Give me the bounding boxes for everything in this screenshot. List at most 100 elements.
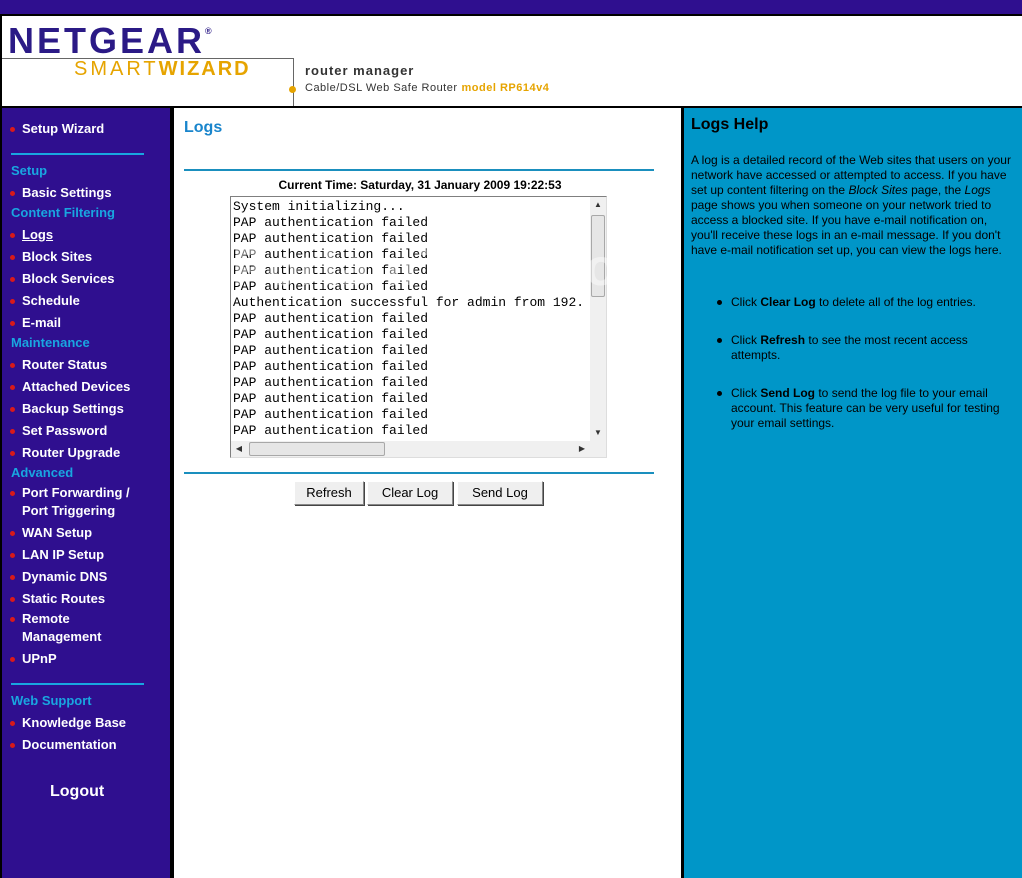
sidebar-item-label: Block Sites [22, 249, 93, 264]
help-text: Click [731, 386, 761, 400]
sidebar-item-setup-wizard[interactable]: Setup Wizard [10, 121, 104, 137]
sidebar-item-set-password[interactable]: Set Password [10, 423, 107, 439]
sidebar-item-wan-setup[interactable]: WAN Setup [10, 525, 92, 541]
sidebar-item-label: Backup Settings [22, 401, 124, 416]
sidebar-item-label: E-mail [22, 315, 62, 330]
help-intro: A log is a detailed record of the Web si… [691, 153, 1011, 258]
help-text-bold: Clear Log [760, 295, 816, 309]
scroll-up-icon[interactable]: ▲ [590, 197, 606, 213]
sidebar-item-label: Schedule [22, 293, 80, 308]
sidebar-item-label: Router Upgrade [22, 445, 121, 460]
bullet-icon [10, 743, 15, 748]
scroll-left-icon[interactable]: ◀ [231, 441, 247, 457]
sidebar-item-backup-settings[interactable]: Backup Settings [10, 401, 124, 417]
refresh-button[interactable]: Refresh [294, 481, 364, 505]
sidebar-item-documentation[interactable]: Documentation [10, 737, 117, 753]
section-maintenance: Maintenance [11, 335, 90, 350]
horizontal-scrollbar[interactable]: ◀ ▶ [231, 441, 590, 457]
sidebar-item-label: Router Status [22, 357, 108, 372]
top-bar [0, 0, 1022, 16]
bullet-icon [10, 127, 15, 132]
help-text: Click [731, 333, 761, 347]
sidebar-item-lan-ip-setup[interactable]: LAN IP Setup [10, 547, 104, 563]
wizard-text: WIZARD [158, 58, 251, 80]
horizontal-scroll-thumb[interactable] [249, 442, 385, 456]
sidebar-item-static-routes[interactable]: Static Routes [10, 591, 105, 607]
main-panel: Logs Current Time: Saturday, 31 January … [174, 108, 681, 878]
sidebar-item-label: Setup Wizard [22, 121, 105, 136]
scroll-right-icon[interactable]: ▶ [574, 441, 590, 457]
bullet-icon [10, 299, 15, 304]
bullet-icon [10, 491, 15, 496]
logo-dot-icon [289, 86, 296, 93]
section-content-filtering: Content Filtering [11, 205, 115, 220]
divider [184, 169, 654, 171]
sidebar-item-label: Attached Devices [22, 379, 131, 394]
bullet-icon [10, 597, 15, 602]
sidebar-item-email[interactable]: E-mail [10, 315, 61, 331]
brand-text: NETGEAR [8, 20, 206, 61]
scroll-down-icon[interactable]: ▼ [590, 425, 606, 441]
bullet-icon [10, 553, 15, 558]
help-text-italic: Logs [964, 183, 991, 197]
sidebar-item-dynamic-dns[interactable]: Dynamic DNS [10, 569, 107, 585]
sidebar-item-label: Logs [22, 227, 54, 242]
sidebar-item-port-forwarding[interactable]: Port Forwarding / Port Triggering [10, 485, 130, 519]
clear-log-button[interactable]: Clear Log [367, 481, 453, 505]
vertical-scroll-thumb[interactable] [591, 215, 605, 297]
help-item-clear-log: Click Clear Log to delete all of the log… [717, 295, 1001, 310]
bullet-icon [10, 721, 15, 726]
bullet-icon [717, 391, 722, 396]
bullet-icon [10, 233, 15, 238]
sidebar-item-basic-settings[interactable]: Basic Settings [10, 185, 112, 201]
sidebar-item-label: UPnP [22, 651, 57, 666]
current-time: Current Time: Saturday, 31 January 2009 … [278, 178, 562, 192]
help-text: page, the [907, 183, 965, 197]
sidebar-item-label: Knowledge Base [22, 715, 127, 730]
sidebar-item-schedule[interactable]: Schedule [10, 293, 80, 309]
router-admin-window: NETGEAR® SMARTWIZARD router manager Cabl… [0, 0, 1022, 878]
bullet-icon [10, 429, 15, 434]
sidebar-item-knowledge-base[interactable]: Knowledge Base [10, 715, 126, 731]
bullet-icon [10, 575, 15, 580]
bullet-icon [717, 300, 722, 305]
help-text-italic: Block Sites [848, 183, 908, 197]
sidebar-item-upnp[interactable]: UPnP [10, 651, 57, 667]
send-log-button[interactable]: Send Log [457, 481, 543, 505]
help-item-refresh: Click Refresh to see the most recent acc… [717, 333, 1001, 363]
section-setup: Setup [11, 163, 48, 178]
sidebar-item-label: Documentation [22, 737, 117, 752]
sidebar: Setup Wizard Setup Basic Settings Conten… [2, 108, 170, 878]
sidebar-divider [11, 153, 144, 155]
sidebar-item-router-upgrade[interactable]: Router Upgrade [10, 445, 120, 461]
sidebar-item-label: Basic Settings [22, 185, 112, 200]
help-item-send-log: Click Send Log to send the log file to y… [717, 386, 1001, 431]
sidebar-item-label: Static Routes [22, 591, 106, 606]
logout-link[interactable]: Logout [50, 783, 104, 801]
sidebar-item-label: LAN IP Setup [22, 547, 105, 562]
sidebar-item-attached-devices[interactable]: Attached Devices [10, 379, 130, 395]
sidebar-item-block-services[interactable]: Block Services [10, 271, 115, 287]
sidebar-item-logs[interactable]: Logs [10, 227, 53, 243]
log-textarea[interactable]: System initializing... PAP authenticatio… [230, 196, 607, 458]
sidebar-item-label: Block Services [22, 271, 115, 286]
router-type: Cable/DSL Web Safe Router [305, 82, 458, 94]
sidebar-item-label: WAN Setup [22, 525, 93, 540]
section-web-support: Web Support [11, 693, 92, 708]
sidebar-item-label-line2: Port Triggering [22, 503, 116, 518]
help-text: to delete all of the log entries. [815, 295, 976, 309]
bullet-icon [10, 277, 15, 282]
vertical-scrollbar[interactable]: ▲ ▼ [590, 197, 606, 441]
page-title: Logs [184, 119, 223, 136]
smartwizard-logo: SMARTWIZARD [74, 58, 251, 81]
bullet-icon [10, 363, 15, 368]
help-text-bold: Send Log [760, 386, 816, 400]
sidebar-item-remote-management[interactable]: Remote Management [10, 611, 101, 645]
sidebar-divider [11, 683, 144, 685]
sidebar-item-router-status[interactable]: Router Status [10, 357, 107, 373]
sidebar-item-label: Dynamic DNS [22, 569, 108, 584]
router-manager-label: router manager [305, 63, 415, 78]
sidebar-item-block-sites[interactable]: Block Sites [10, 249, 92, 265]
divider [184, 472, 654, 474]
scroll-corner [590, 441, 606, 457]
